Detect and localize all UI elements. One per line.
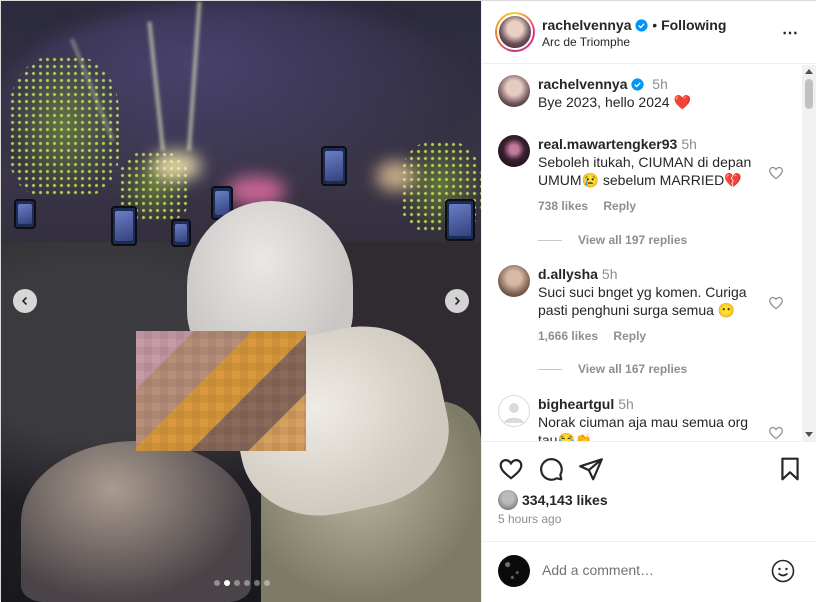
reply-button[interactable]: Reply [603, 199, 636, 213]
following-button[interactable]: Following [661, 17, 726, 33]
add-comment-input[interactable] [542, 562, 762, 578]
comment-username[interactable]: d.allysha [538, 266, 598, 282]
share-paper-plane-icon[interactable] [578, 456, 604, 482]
lit-tree [9, 56, 119, 196]
carousel-dot [234, 580, 240, 586]
carousel-prev-button[interactable] [13, 289, 37, 313]
raised-phone [14, 199, 36, 229]
carousel-dot [244, 580, 250, 586]
more-options-icon[interactable]: ⋯ [782, 23, 799, 43]
like-heart-icon[interactable] [498, 456, 524, 482]
comment-likes[interactable]: 1,666 likes [538, 329, 598, 343]
like-comment-heart-icon[interactable] [768, 165, 784, 181]
avatar[interactable] [498, 265, 530, 297]
comment-text: Seboleh itukah, CIUMAN di depan UMUM😢 se… [538, 154, 752, 188]
view-replies-button[interactable]: View all 197 replies [538, 233, 687, 247]
comment-body: bigheartgul 5h Norak ciuman aja mau semua… [538, 395, 763, 441]
comment-likes[interactable]: 738 likes [538, 199, 588, 213]
location-link[interactable]: Arc de Triomphe [542, 35, 630, 49]
raised-phone [111, 206, 137, 246]
spotlight [376, 161, 416, 191]
carousel-dot [254, 580, 260, 586]
action-bar: 334,143 likes 5 hours ago [482, 441, 816, 526]
comment-bubble-icon[interactable] [538, 456, 564, 482]
verified-badge-icon [631, 78, 644, 91]
avatar[interactable] [498, 75, 530, 107]
comment-body: real.mawartengker93 5h Seboleh itukah, CI… [538, 135, 763, 215]
raised-phone [445, 199, 475, 241]
carousel-next-button[interactable] [445, 289, 469, 313]
likes-count[interactable]: 334,143 likes [498, 490, 608, 510]
emoji-smiley-icon[interactable] [771, 559, 795, 583]
comment-text: Norak ciuman aja mau semua org tau😂👏 [538, 414, 749, 441]
fur-coat [21, 441, 251, 602]
scroll-down-arrow-icon[interactable] [805, 432, 813, 437]
comment-meta: 738 likes Reply [538, 197, 763, 215]
spotlight [151, 151, 201, 181]
liker-avatar [498, 490, 518, 510]
caption-username[interactable]: rachelvennya [538, 76, 628, 92]
comments-list[interactable]: rachelvennya 5h Bye 2023, hello 2024 ❤️ … [482, 65, 816, 441]
reply-button[interactable]: Reply [613, 329, 646, 343]
caption-body: rachelvennya 5h Bye 2023, hello 2024 ❤️ [538, 75, 763, 111]
chevron-left-icon [21, 296, 28, 306]
author-line: rachelvennya • Following [542, 17, 726, 33]
carousel-dot [264, 580, 270, 586]
caption-text: Bye 2023, hello 2024 ❤️ [538, 94, 691, 110]
current-user-avatar [498, 555, 530, 587]
scroll-up-arrow-icon[interactable] [805, 69, 813, 74]
scrollbar-thumb[interactable] [805, 79, 813, 109]
carousel-dot [224, 580, 230, 586]
author-avatar[interactable] [495, 12, 535, 52]
comment-username[interactable]: bigheartgul [538, 396, 614, 412]
raised-phone [321, 146, 347, 186]
chevron-right-icon [454, 296, 461, 306]
likes-label: 334,143 likes [522, 492, 608, 508]
avatar[interactable] [498, 135, 530, 167]
view-replies-button[interactable]: View all 167 replies [538, 362, 687, 376]
comment-body: d.allysha 5h Suci suci bnget yg komen. Cu… [538, 265, 763, 345]
view-replies-label: View all 167 replies [578, 362, 688, 376]
post-modal: rachelvennya • Following Arc de Triomphe… [0, 0, 816, 602]
post-timestamp: 5 hours ago [498, 512, 562, 526]
comment-time: 5h [601, 266, 618, 282]
pixelated-faces [136, 331, 306, 451]
comment-time: 5h [681, 136, 697, 152]
verified-badge-icon [635, 19, 648, 32]
caption-time: 5h [652, 76, 668, 92]
comment-time: 5h [618, 396, 634, 412]
like-comment-heart-icon[interactable] [768, 425, 784, 441]
replies-line [538, 239, 562, 241]
separator-dot: • [652, 17, 658, 33]
comment-text: Suci suci bnget yg komen. Curiga pasti p… [538, 284, 747, 318]
comment-username[interactable]: real.mawartengker93 [538, 136, 677, 152]
comments-scrollbar[interactable] [802, 65, 816, 441]
replies-line [538, 368, 562, 370]
save-bookmark-icon[interactable] [777, 456, 803, 482]
default-avatar-icon [504, 403, 524, 423]
post-side-panel: rachelvennya • Following Arc de Triomphe… [481, 1, 816, 602]
post-photo[interactable] [1, 1, 481, 602]
add-comment-bar [482, 541, 816, 602]
view-replies-label: View all 197 replies [578, 233, 688, 247]
carousel-dot [214, 580, 220, 586]
raised-phone [171, 219, 191, 247]
like-comment-heart-icon[interactable] [768, 295, 784, 311]
author-username[interactable]: rachelvennya [542, 17, 632, 33]
avatar[interactable] [498, 395, 530, 427]
comment-meta: 1,666 likes Reply [538, 327, 763, 345]
carousel-indicator [214, 580, 270, 586]
post-header: rachelvennya • Following Arc de Triomphe… [482, 1, 816, 64]
